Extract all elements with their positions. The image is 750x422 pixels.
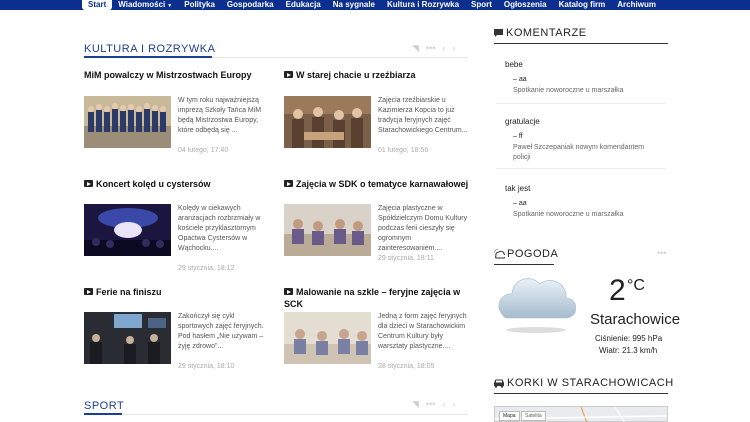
article-title-text: Ferie na finiszu [96,287,162,297]
nav-wiadomosci-label: Wiadomości [118,0,166,9]
nav-sport[interactable]: Sport [465,0,498,10]
weather-unit: °C [627,277,645,294]
sidebar-title-comments: KOMENTARZE [506,27,587,39]
section-accent [84,56,212,58]
article-date: 28 stycznia, 18:05 [378,363,435,370]
article-excerpt: Kolędy w ciekawych aranżacjach rozbrzmia… [178,205,261,252]
article-excerpt: Zajęcia rzeźbiarskie u Kazimierza Kopcia… [378,97,468,134]
sidebar-divider [494,43,668,44]
comment-text: tak jest [505,184,531,193]
next-arrow-icon[interactable]: › [452,43,455,53]
article-title[interactable]: Malowanie na szkle – feryjne zajęcia w S… [284,286,469,310]
more-icon[interactable]: ••• [426,43,435,53]
nav-gospodarka[interactable]: Gospodarka [221,0,280,10]
article-date: 04 lutego, 17:40 [178,147,229,154]
article-thumbnail[interactable] [84,96,171,148]
nav-edukacja[interactable]: Edukacja [280,0,327,10]
nav-polityka[interactable]: Polityka [178,0,221,10]
article-thumbnail[interactable] [284,312,371,364]
article-excerpt: Zakończył się cykl sportowych zajęć fery… [178,313,264,350]
prev-arrow-icon[interactable]: ‹ [442,399,445,409]
article-title-text: Koncert kolęd u cystersów [96,179,211,189]
weather-sun-cloud-icon [494,249,505,259]
article-title[interactable]: W starej chacie u rzeźbiarza [284,69,469,81]
article-thumbnail[interactable] [284,204,371,256]
article-excerpt: Jedną z form zajęć feryjnych dla dzieci … [378,313,467,350]
nav-items: Start Wiadomości ▼ Polityka Gospodarka Ed… [82,0,662,10]
comment-icon [494,29,503,37]
map-tab-map[interactable]: Mapa [499,411,520,421]
chevron-down-icon: ▼ [167,3,173,9]
rss-icon[interactable]: ◥ [412,399,419,409]
nav-archiwum[interactable]: Archiwum [611,0,662,10]
article-title[interactable]: MiM powalczy w Mistrzostwach Europy [84,69,274,81]
section-tools: ◥ ••• ‹ › [412,43,455,53]
sidebar-title-traffic: KORKI W STARACHOWICACH [507,377,674,389]
article-title-text: Zajęcia w SDK o tematyce karnawałowej [296,179,469,189]
more-icon[interactable]: ••• [657,248,666,258]
comment-post-link[interactable]: Paweł Szczepaniak nowym komendantem poli… [513,143,663,163]
sidebar-divider [494,264,554,265]
nav-kultura[interactable]: Kultura i Rozrywka [381,0,465,10]
map-tab-satellite[interactable]: Satelita [521,411,546,421]
article-title-text: Malowanie na szkle – feryjne zajęcia w S… [284,287,461,309]
video-icon [84,288,93,295]
comment-post-link[interactable]: Spotkanie noworoczne u marszałka [513,210,663,220]
video-icon [84,180,93,187]
comment-text: bebe [505,60,523,69]
article-excerpt: W tym roku najważniejszą imprezą Szkoły … [178,97,262,134]
section-tools: ◥ ••• ‹ › [412,399,455,409]
nav-start[interactable]: Start [82,0,113,10]
section-accent [84,413,122,415]
weather-pressure: Ciśnienie: 995 hPa [595,334,663,343]
comment-text: gratulacje [505,117,540,126]
cloud-icon [498,278,576,333]
nav-katalog[interactable]: Katalog firm [553,0,612,10]
video-icon [284,180,293,187]
comment-author: ff [513,133,523,140]
section-title-kultura: KULTURA I ROZRYWKA [84,43,216,55]
nav-ogloszenia[interactable]: Ogłoszenia [498,0,553,10]
section-divider [84,414,468,415]
article-date: 01 lutego, 18:56 [378,147,429,154]
comment-post-link[interactable]: Spotkanie noworoczne u marszałka [513,86,663,96]
weather-city: Starachowice [590,311,681,328]
comment-author: aa [513,200,527,207]
top-nav: Start Wiadomości ▼ Polityka Gospodarka Ed… [0,0,750,10]
nav-na-sygnale[interactable]: Na sygnale [327,0,381,10]
article-title[interactable]: Koncert kolęd u cystersów [84,178,274,190]
article-thumbnail[interactable] [284,96,371,148]
nav-wiadomosci[interactable]: Wiadomości ▼ [112,0,178,10]
article-excerpt: Zajęcia plastyczne w Spółdzielczym Domu … [378,205,468,252]
prev-arrow-icon[interactable]: ‹ [442,43,445,53]
article-thumbnail[interactable] [84,204,171,256]
sidebar-title-weather: POGODA [507,248,559,260]
article-date: 29 stycznia, 18:10 [178,363,235,370]
article-thumbnail[interactable] [84,312,171,364]
traffic-map[interactable]: Mapa Satelita [494,406,668,422]
article-title[interactable]: Zajęcia w SDK o tematyce karnawałowej [284,178,469,190]
article-date: 29 stycznia, 18:11 [378,255,434,262]
next-arrow-icon[interactable]: › [452,399,455,409]
weather-temperature: 2 [609,274,626,307]
article-title-text: W starej chacie u rzeźbiarza [296,70,416,80]
section-title-sport: SPORT [84,400,125,412]
video-icon [284,288,293,295]
comment-separator [496,168,666,169]
car-icon [494,379,504,388]
video-icon [284,71,293,78]
article-title[interactable]: Ferie na finiszu [84,286,274,298]
comment-author: aa [513,76,527,83]
sidebar-divider [494,393,668,394]
more-icon[interactable]: ••• [426,399,435,409]
article-date: 29 stycznia, 18:12 [178,265,235,272]
comment-separator [496,103,666,104]
rss-icon[interactable]: ◥ [412,43,419,53]
weather-wind: Wiatr: 21.3 km/h [599,346,658,355]
